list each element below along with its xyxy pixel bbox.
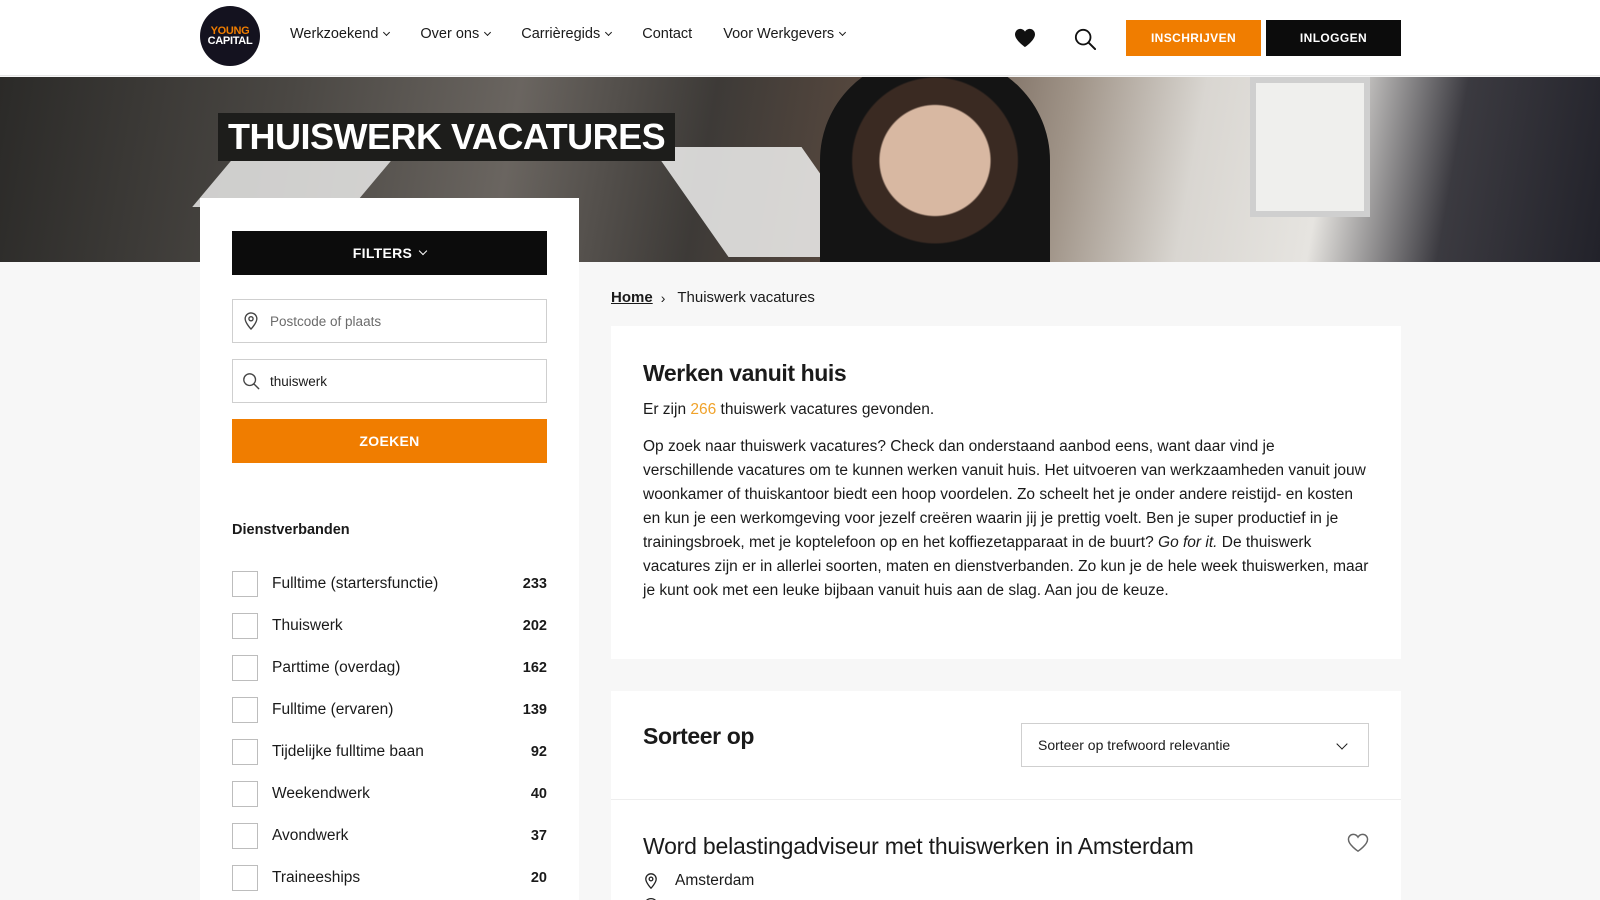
breadcrumb-current: Thuiswerk vacatures <box>677 289 815 306</box>
checkbox[interactable] <box>232 571 258 597</box>
filter-option[interactable]: Weekendwerk 40 <box>232 773 547 815</box>
checkbox[interactable] <box>232 823 258 849</box>
job-location: Amsterdam <box>643 872 754 890</box>
checkbox[interactable] <box>232 781 258 807</box>
filter-option[interactable]: Tijdelijke fulltime baan 92 <box>232 731 547 773</box>
logo-text-capital: CAPITAL <box>207 35 253 47</box>
heart-outline-icon[interactable] <box>1347 833 1369 853</box>
breadcrumb-separator: › <box>660 289 666 306</box>
filter-option-count: 139 <box>522 702 547 718</box>
filter-option-count: 162 <box>522 660 547 676</box>
nav-item-contact[interactable]: Contact <box>642 26 692 42</box>
results-count-prefix: Er zijn <box>643 401 691 418</box>
filter-option-count: 20 <box>530 870 547 886</box>
results-count: 266 <box>690 401 717 418</box>
location-pin-icon <box>645 873 657 889</box>
filter-option[interactable]: Fulltime (startersfunctie) 233 <box>232 563 547 605</box>
filter-option-count: 40 <box>530 786 547 802</box>
checkbox[interactable] <box>232 739 258 765</box>
checkbox[interactable] <box>232 655 258 681</box>
site-header: YOUNG CAPITAL Werkzoekend Over ons Carri… <box>0 0 1600 76</box>
chevron-down-icon <box>839 28 847 37</box>
filter-option-label: Tijdelijke fulltime baan <box>272 743 424 760</box>
keyword-input[interactable] <box>270 373 540 389</box>
nav-item-label: Carrièregids <box>521 26 601 42</box>
sort-card: Sorteer op Sorteer op trefwoord relevant… <box>611 691 1401 799</box>
intro-description: Op zoek naar thuiswerk vacatures? Check … <box>643 435 1369 603</box>
filter-option-count: 37 <box>530 828 547 844</box>
nav-item-carrieregids[interactable]: Carrièregids <box>521 26 613 42</box>
filter-option-label: Parttime (overdag) <box>272 659 401 676</box>
heart-icon[interactable] <box>1014 28 1036 48</box>
filter-group-title: Dienstverbanden <box>232 522 350 538</box>
location-input[interactable] <box>270 313 540 329</box>
sort-title: Sorteer op <box>643 723 755 749</box>
filter-option-label: Fulltime (ervaren) <box>272 701 394 718</box>
filter-option-label: Avondwerk <box>272 827 349 844</box>
search-submit-button[interactable]: ZOEKEN <box>232 419 547 463</box>
location-pin-icon <box>244 312 258 330</box>
location-field[interactable] <box>232 299 547 343</box>
breadcrumb-home-link[interactable]: Home <box>611 289 653 306</box>
filter-option-count: 233 <box>522 576 547 592</box>
filter-option[interactable]: Thuiswerk 202 <box>232 605 547 647</box>
nav-item-label: Over ons <box>420 26 480 42</box>
page-title: THUISWERK VACATURES <box>218 113 676 161</box>
keyword-field[interactable] <box>232 359 547 403</box>
filter-option-count: 202 <box>522 618 547 634</box>
sort-selected-value: Sorteer op trefwoord relevantie <box>1038 737 1231 753</box>
intro-card: Werken vanuit huis Er zijn 266 thuiswerk… <box>611 326 1401 659</box>
filter-option[interactable]: Fulltime (ervaren) 139 <box>232 689 547 731</box>
search-icon <box>243 373 260 390</box>
filter-option-label: Fulltime (startersfunctie) <box>272 575 439 592</box>
nav-item-label: Voor Werkgevers <box>723 26 835 42</box>
filters-label: FILTERS <box>352 245 413 261</box>
login-button[interactable]: INLOGGEN <box>1266 20 1401 56</box>
filter-options-list: Fulltime (startersfunctie) 233 Thuiswerk 2… <box>232 563 547 899</box>
results-count-suffix: thuiswerk vacatures gevonden. <box>716 401 935 418</box>
register-button[interactable]: INSCHRIJVEN <box>1126 20 1261 56</box>
young-capital-logo[interactable]: YOUNG CAPITAL <box>200 6 260 66</box>
checkbox[interactable] <box>232 865 258 891</box>
chevron-down-icon <box>1336 738 1348 750</box>
chevron-down-icon <box>484 28 492 37</box>
filter-option-label: Weekendwerk <box>272 785 370 802</box>
hero-image-person <box>820 77 1050 262</box>
filter-option-count: 92 <box>530 744 547 760</box>
breadcrumb: Home › Thuiswerk vacatures <box>611 289 815 306</box>
job-location-label: Amsterdam <box>675 872 755 889</box>
filter-option[interactable]: Avondwerk 37 <box>232 815 547 857</box>
sort-select[interactable]: Sorteer op trefwoord relevantie <box>1021 723 1369 767</box>
filter-option[interactable]: Parttime (overdag) 162 <box>232 647 547 689</box>
intro-description-emphasis: Go for it. <box>1158 534 1218 551</box>
checkbox[interactable] <box>232 697 258 723</box>
chevron-down-icon <box>383 28 391 37</box>
nav-item-label: Werkzoekend <box>290 26 379 42</box>
filter-option-label: Thuiswerk <box>272 617 343 634</box>
filters-toggle-button[interactable]: FILTERS <box>232 231 547 275</box>
hero-image-window <box>1250 77 1370 217</box>
checkbox[interactable] <box>232 613 258 639</box>
filter-sidebar: FILTERS ZOEKEN Dienstverbanden Fulltime … <box>200 198 579 900</box>
nav-item-werkzoekend[interactable]: Werkzoekend <box>290 26 391 42</box>
intro-title: Werken vanuit huis <box>643 360 847 386</box>
nav-item-voor-werkgevers[interactable]: Voor Werkgevers <box>723 26 847 42</box>
search-icon[interactable] <box>1074 28 1096 50</box>
job-card[interactable]: Word belastingadviseur met thuiswerken i… <box>611 799 1401 900</box>
filter-option[interactable]: Traineeships 20 <box>232 857 547 899</box>
job-title-link[interactable]: Word belastingadviseur met thuiswerken i… <box>643 833 1194 860</box>
filter-option-label: Traineeships <box>272 869 361 886</box>
nav-item-label: Contact <box>642 26 693 42</box>
results-count-line: Er zijn 266 thuiswerk vacatures gevonden… <box>643 401 1369 419</box>
chevron-down-icon <box>605 28 613 37</box>
nav-item-over-ons[interactable]: Over ons <box>420 26 492 42</box>
chevron-down-icon <box>418 246 428 256</box>
main-nav: Werkzoekend Over ons Carrièregids Contac… <box>290 26 876 42</box>
